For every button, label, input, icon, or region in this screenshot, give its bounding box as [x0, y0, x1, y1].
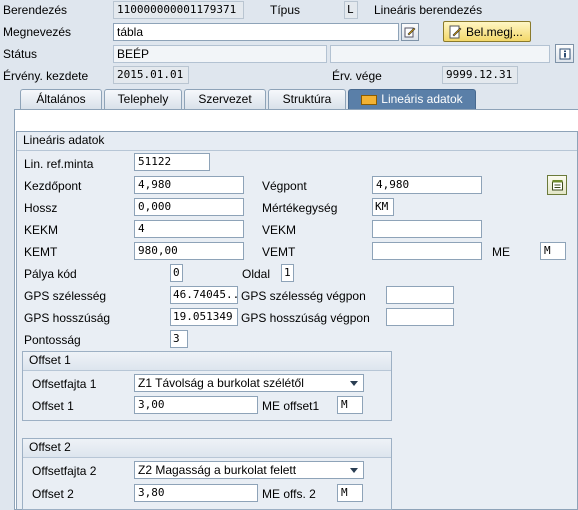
offset2-label: Offset 2	[32, 487, 74, 501]
oldal-field[interactable]: 1	[281, 264, 294, 282]
tipus-field[interactable]: L	[344, 1, 358, 19]
gps-hosszusag-vegpont-field[interactable]	[386, 308, 454, 326]
kezdopont-field[interactable]: 4,980	[134, 176, 244, 194]
offset1-label: Offset 1	[32, 399, 74, 413]
gps-szelesseg-field[interactable]: 46.74045...	[170, 286, 238, 304]
offset2-field[interactable]: 3,80	[134, 484, 258, 502]
hossz-label: Hossz	[24, 201, 58, 215]
gps-szelesseg-vegpont-field[interactable]	[386, 286, 454, 304]
megnevezes-label: Megnevezés	[3, 25, 72, 39]
vegpont-label: Végpont	[262, 179, 307, 193]
vemt-field[interactable]	[372, 242, 482, 260]
me-field[interactable]: M	[540, 242, 566, 260]
me-offset1-field[interactable]: M	[337, 396, 363, 414]
mertekegyseg-field[interactable]: KM	[372, 198, 394, 216]
erveny-kezdete-label: Érvény. kezdete	[3, 69, 89, 83]
tipus-label: Típus	[270, 3, 301, 17]
gps-hosszusag-label: GPS hosszúság	[24, 311, 111, 325]
me-label: ME	[492, 245, 510, 259]
gps-szelesseg-vegpont-label: GPS szélesség végpon	[241, 289, 366, 303]
offsetfajta2-label: Offsetfajta 2	[32, 464, 97, 478]
berendezes-label: Berendezés	[3, 3, 68, 17]
pontossag-field[interactable]: 3	[170, 330, 188, 348]
tab-szervezet[interactable]: Szervezet	[184, 89, 266, 109]
erveny-kezdete-field[interactable]: 2015.01.01	[113, 66, 189, 84]
me-offset1-label: ME offset1	[262, 399, 320, 413]
palya-kod-label: Pálya kód	[24, 267, 77, 281]
tab-linearis-adatok-label: Lineáris adatok	[381, 92, 463, 106]
linear-data-icon	[361, 94, 378, 105]
oldal-label: Oldal	[242, 267, 271, 281]
lin-ref-minta-label: Lin. ref.minta	[24, 157, 94, 171]
offsetfajta1-label: Offsetfajta 1	[32, 377, 97, 391]
edit-icon[interactable]	[401, 23, 419, 41]
vegpont-field[interactable]: 4,980	[372, 176, 482, 194]
offset1-group-title: Offset 1	[23, 352, 391, 371]
megnevezes-field[interactable]: tábla	[113, 23, 399, 41]
me-offs2-label: ME offs. 2	[262, 487, 316, 501]
tipus-description: Lineáris berendezés	[374, 3, 483, 17]
kekm-label: KEKM	[24, 223, 59, 237]
vekm-field[interactable]	[372, 220, 482, 238]
status-label: Státus	[3, 47, 38, 61]
gps-hosszusag-vegpont-label: GPS hosszúság végpon	[241, 311, 370, 325]
kekm-field[interactable]: 4	[134, 220, 244, 238]
tab-telephely[interactable]: Telephely	[104, 89, 182, 109]
chevron-down-icon	[350, 468, 358, 473]
offset1-field[interactable]: 3,00	[134, 396, 258, 414]
palya-kod-field[interactable]: 0	[170, 264, 183, 282]
status-field[interactable]: BEÉP	[113, 45, 327, 63]
offsetfajta2-value: Z2 Magasság a burkolat felett	[138, 463, 297, 477]
mertekegyseg-label: Mértékegység	[262, 201, 338, 215]
gps-szelesseg-label: GPS szélesség	[24, 289, 107, 303]
pontossag-label: Pontosság	[24, 333, 81, 347]
erv-vege-field[interactable]: 9999.12.31	[442, 66, 518, 84]
lin-ref-minta-field[interactable]: 51122	[134, 153, 210, 171]
status-extra-field[interactable]	[330, 45, 550, 63]
erv-vege-label: Érv. vége	[332, 69, 382, 83]
belmegj-label: Bel.megj...	[466, 24, 523, 39]
kemt-field[interactable]: 980,00	[134, 242, 244, 260]
offsetfajta1-value: Z1 Távolság a burkolat szélétől	[138, 376, 304, 390]
measure-icon[interactable]	[547, 175, 567, 195]
vemt-label: VEMT	[262, 245, 296, 259]
hossz-field[interactable]: 0,000	[134, 198, 244, 216]
offsetfajta2-dropdown[interactable]: Z2 Magasság a burkolat felett	[134, 461, 364, 479]
note-icon	[448, 25, 462, 39]
linear-data-group-title: Lineáris adatok	[17, 132, 577, 151]
tab-linearis-adatok[interactable]: Lineáris adatok	[348, 89, 476, 109]
berendezes-field[interactable]: 110000000001179371	[113, 1, 244, 19]
offset2-group-title: Offset 2	[23, 439, 391, 458]
me-offs2-field[interactable]: M	[337, 484, 363, 502]
info-icon[interactable]	[555, 44, 574, 63]
kezdopont-label: Kezdőpont	[24, 179, 82, 193]
tab-struktura[interactable]: Struktúra	[268, 89, 346, 109]
belmegj-button[interactable]: Bel.megj...	[443, 21, 531, 42]
offsetfajta1-dropdown[interactable]: Z1 Távolság a burkolat szélétől	[134, 374, 364, 392]
chevron-down-icon	[350, 381, 358, 386]
vekm-label: VEKM	[262, 223, 297, 237]
kemt-label: KEMT	[24, 245, 58, 259]
gps-hosszusag-field[interactable]: 19.051349	[170, 308, 238, 326]
tab-altalanos[interactable]: Általános	[20, 89, 102, 109]
